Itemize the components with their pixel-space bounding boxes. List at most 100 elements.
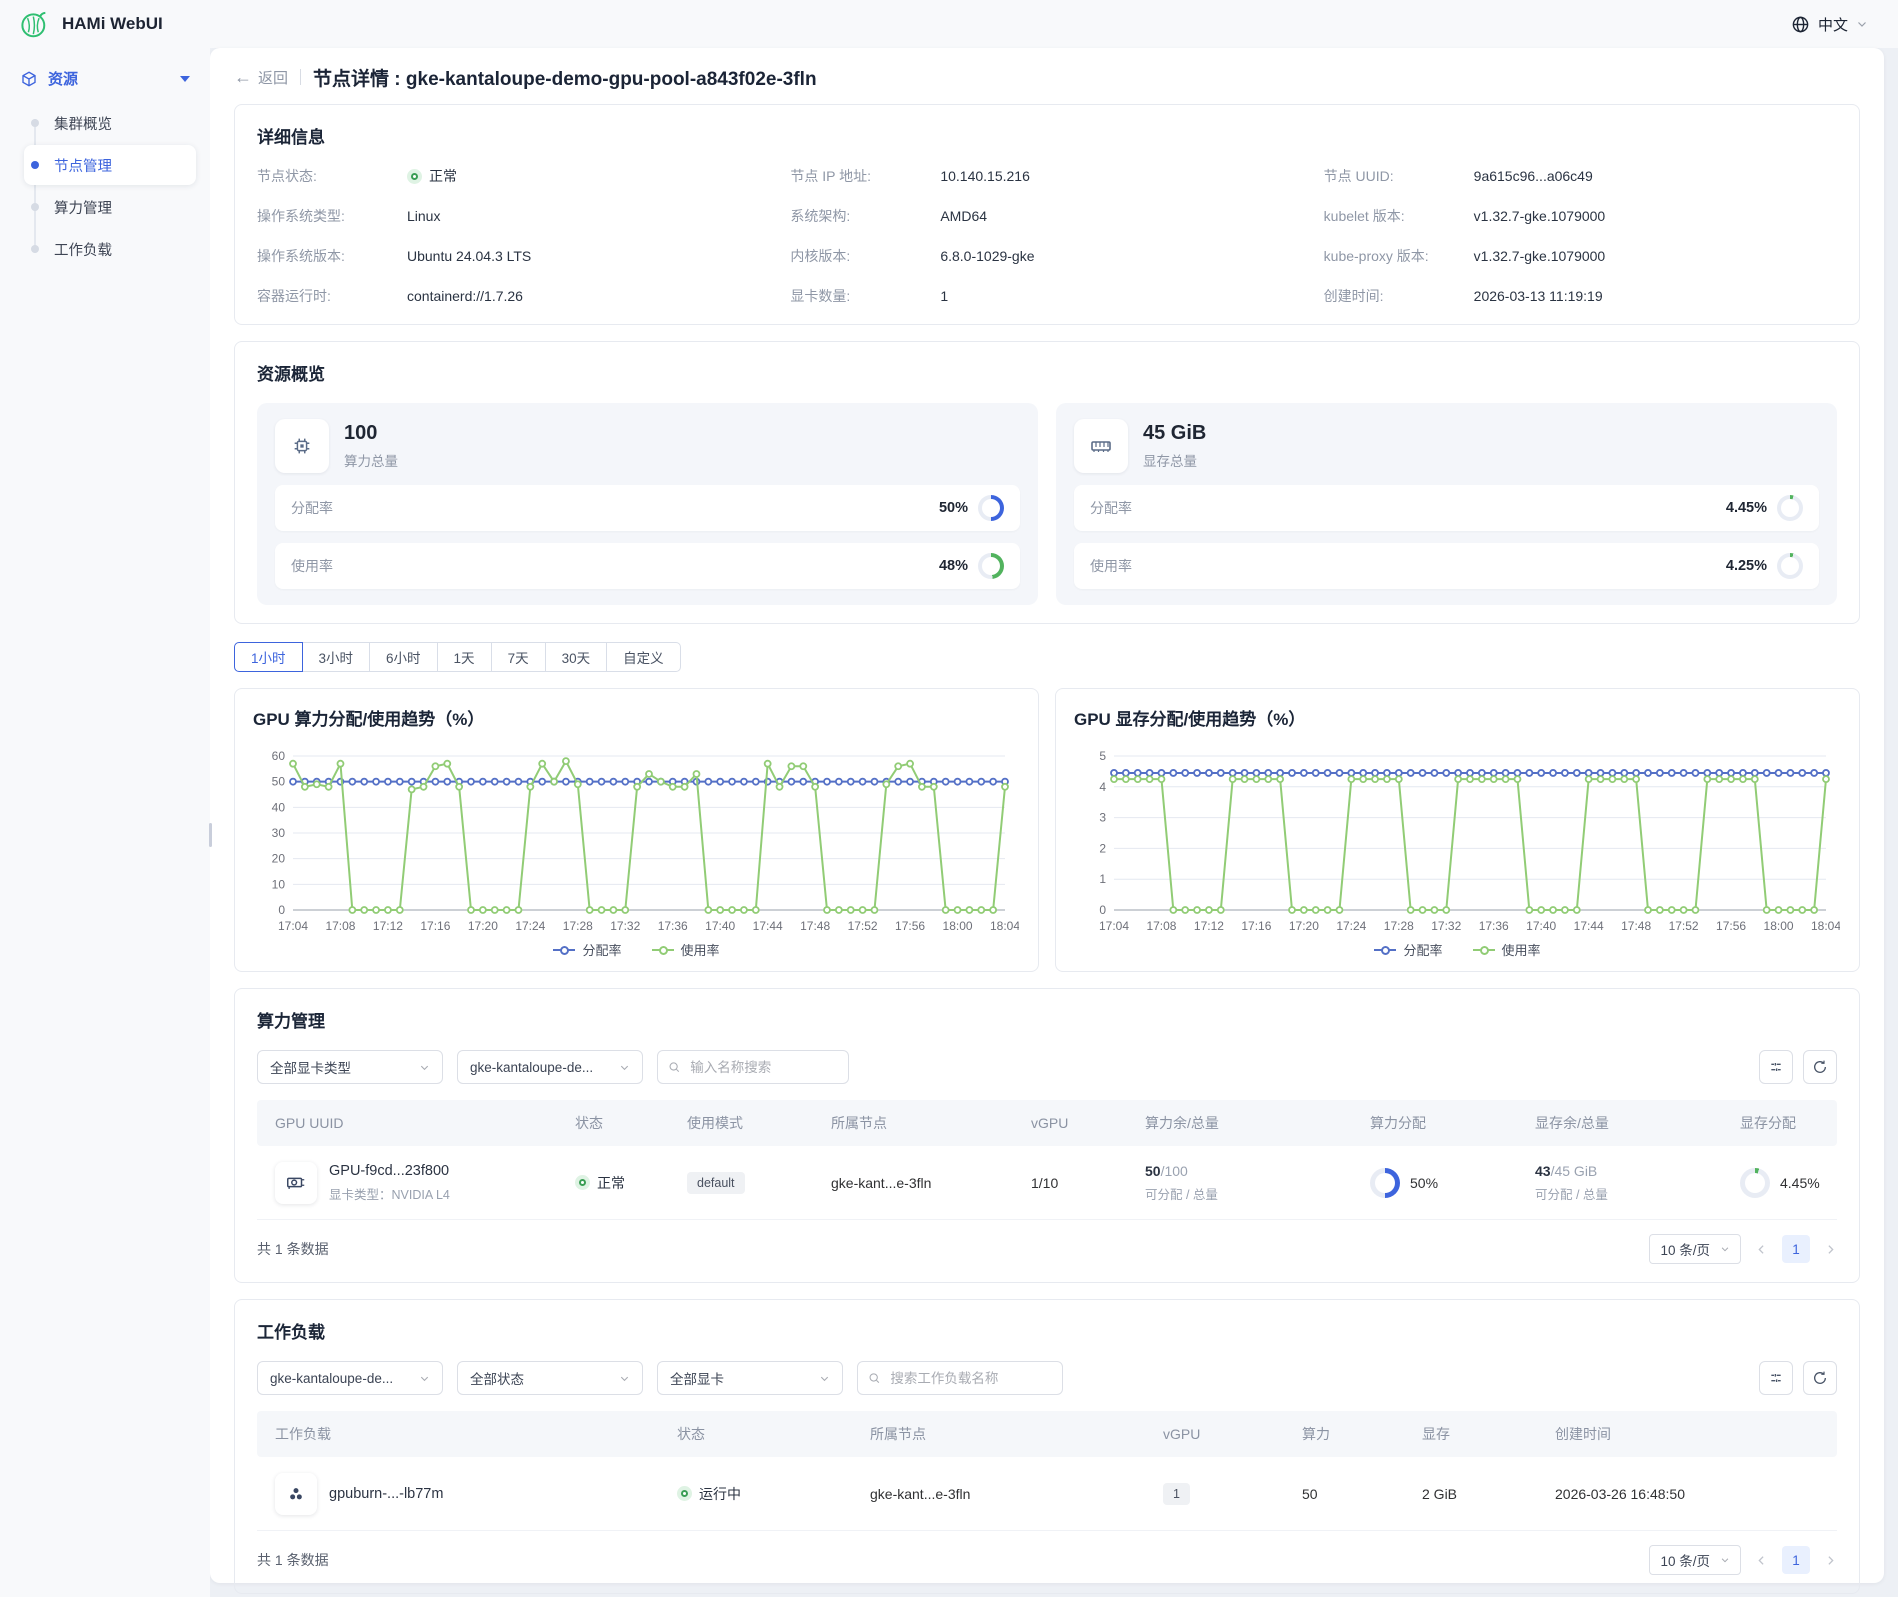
svg-text:20: 20: [272, 852, 286, 866]
column-settings-button[interactable]: [1759, 1361, 1793, 1395]
refresh-button[interactable]: [1803, 1361, 1837, 1395]
tab-3h[interactable]: 3小时: [302, 642, 371, 672]
column-settings-button[interactable]: [1759, 1050, 1793, 1084]
legend-alloc[interactable]: 分配率: [1374, 940, 1442, 959]
sidebar-item-compute-management[interactable]: 算力管理: [24, 187, 196, 227]
workload-total-count: 共 1 条数据: [257, 1550, 329, 1570]
svg-text:17:40: 17:40: [705, 919, 735, 933]
svg-text:17:40: 17:40: [1526, 919, 1556, 933]
legend-usage[interactable]: 使用率: [1473, 940, 1541, 959]
next-page-button[interactable]: [1824, 1554, 1837, 1567]
chevron-down-icon: [1720, 1555, 1730, 1565]
chevron-down-icon: [419, 1062, 430, 1073]
sidebar-item-node-management[interactable]: 节点管理: [24, 145, 196, 185]
svg-text:17:36: 17:36: [1479, 919, 1509, 933]
gpu-pagination: 10 条/页 1: [1649, 1234, 1837, 1264]
sidebar-group-label: 资源: [48, 68, 78, 89]
prev-page-button[interactable]: [1755, 1554, 1768, 1567]
legend-alloc[interactable]: 分配率: [553, 940, 621, 959]
chevron-down-icon: [819, 1373, 830, 1384]
workload-status-select[interactable]: 全部状态: [457, 1361, 643, 1395]
workload-name-link[interactable]: gpuburn-...-lb77m: [329, 1486, 443, 1502]
back-button[interactable]: ← 返回: [234, 67, 288, 88]
compute-total-card: 100 算力总量 分配率 50%: [257, 403, 1038, 605]
chip-icon: [275, 419, 329, 473]
back-label: 返回: [258, 67, 288, 88]
svg-text:17:32: 17:32: [610, 919, 640, 933]
field-os-version: 操作系统版本: Ubuntu 24.04.3 LTS: [257, 246, 770, 266]
main-content: ← 返回 节点详情 : gke-kantaloupe-demo-gpu-pool…: [210, 48, 1898, 1597]
memory-total-value: 45 GiB: [1143, 422, 1206, 445]
tab-30d[interactable]: 30天: [545, 642, 608, 672]
caret-down-icon: [180, 76, 190, 82]
language-switcher[interactable]: 中文: [1791, 14, 1868, 35]
compute-total-label: 算力总量: [344, 450, 398, 470]
chevron-down-icon: [419, 1373, 430, 1384]
back-arrow-icon: ←: [234, 68, 252, 86]
mem-ratio-cell: 43/45 GiB 可分配 / 总量: [1517, 1163, 1722, 1203]
workload-search-input[interactable]: [888, 1370, 1052, 1387]
next-page-button[interactable]: [1824, 1243, 1837, 1256]
svg-text:17:28: 17:28: [1384, 919, 1414, 933]
svg-text:17:08: 17:08: [325, 919, 355, 933]
sidebar-item-label: 工作负载: [54, 239, 112, 260]
svg-text:18:00: 18:00: [943, 919, 973, 933]
workload-icon: [275, 1473, 317, 1515]
gpu-search-input[interactable]: [688, 1059, 838, 1076]
svg-text:17:44: 17:44: [753, 919, 783, 933]
svg-text:0: 0: [1099, 903, 1106, 917]
workload-filters: gke-kantaloupe-de... 全部状态 全部显卡: [257, 1361, 1837, 1395]
language-label: 中文: [1818, 14, 1848, 35]
refresh-icon: [1812, 1059, 1828, 1075]
tab-7d[interactable]: 7天: [491, 642, 546, 672]
sliders-icon: [1768, 1370, 1784, 1386]
gpu-table-footer: 共 1 条数据 10 条/页 1: [257, 1234, 1837, 1264]
field-node-ip: 节点 IP 地址: 10.140.15.216: [790, 166, 1303, 186]
sidebar-resize-handle[interactable]: [209, 823, 212, 847]
core-ratio-cell: 50/100 可分配 / 总量: [1127, 1163, 1352, 1203]
page-number[interactable]: 1: [1782, 1546, 1810, 1574]
prev-page-button[interactable]: [1755, 1243, 1768, 1256]
field-container-runtime: 容器运行时: containerd://1.7.26: [257, 286, 770, 306]
gpu-type-label: 显卡类型：NVIDIA L4: [329, 1184, 450, 1203]
mode-tag: default: [687, 1172, 745, 1194]
tab-1d[interactable]: 1天: [437, 642, 492, 672]
memory-trend-chart: 01234517:0417:0817:1217:1617:2017:2417:2…: [1074, 746, 1840, 936]
chevron-down-icon: [1856, 18, 1868, 30]
tab-custom[interactable]: 自定义: [606, 642, 681, 672]
svg-text:17:48: 17:48: [1621, 919, 1651, 933]
memory-trend-chart-card: GPU 显存分配/使用趋势（%） 01234517:0417:0817:1217…: [1055, 688, 1860, 972]
gpu-status: 正常: [557, 1173, 669, 1193]
legend-marker-blue: [1374, 945, 1396, 955]
legend-usage[interactable]: 使用率: [652, 940, 720, 959]
gpu-name-link[interactable]: GPU-f9cd...23f800: [329, 1163, 450, 1179]
resource-overview-card: 资源概览 100: [234, 341, 1860, 624]
page-size-select[interactable]: 10 条/页: [1649, 1234, 1741, 1264]
timeline-dot: [31, 161, 39, 169]
cube-icon: [20, 70, 38, 88]
status-ok-icon: [407, 169, 422, 184]
sidebar-item-cluster-overview[interactable]: 集群概览: [24, 103, 196, 143]
tab-1h[interactable]: 1小时: [234, 642, 303, 672]
workload-node-select[interactable]: gke-kantaloupe-de...: [257, 1361, 443, 1395]
sidebar-item-workloads[interactable]: 工作负载: [24, 229, 196, 269]
page-size-select[interactable]: 10 条/页: [1649, 1545, 1741, 1575]
workload-gpu-select[interactable]: 全部显卡: [657, 1361, 843, 1395]
gpu-search: [657, 1050, 849, 1084]
page-number[interactable]: 1: [1782, 1235, 1810, 1263]
svg-text:0: 0: [278, 903, 285, 917]
compute-management-card: 算力管理 全部显卡类型 gke-kantaloupe-de...: [234, 988, 1860, 1283]
sidebar-group-resources[interactable]: 资源: [16, 60, 196, 103]
gpu-type-select[interactable]: 全部显卡类型: [257, 1050, 443, 1084]
gpu-table-row: GPU-f9cd...23f800 显卡类型：NVIDIA L4 正常 defa…: [257, 1146, 1837, 1220]
compute-filters: 全部显卡类型 gke-kantaloupe-de...: [257, 1050, 1837, 1084]
workload-memory: 2 GiB: [1404, 1486, 1537, 1502]
svg-text:17:24: 17:24: [1336, 919, 1366, 933]
node-select[interactable]: gke-kantaloupe-de...: [457, 1050, 643, 1084]
refresh-button[interactable]: [1803, 1050, 1837, 1084]
svg-text:17:56: 17:56: [895, 919, 925, 933]
tab-6h[interactable]: 6小时: [369, 642, 438, 672]
chevron-left-icon: [1755, 1554, 1768, 1567]
memory-total-card: 45 GiB 显存总量 分配率 4.45%: [1056, 403, 1837, 605]
core-alloc-donut: [1370, 1168, 1400, 1198]
